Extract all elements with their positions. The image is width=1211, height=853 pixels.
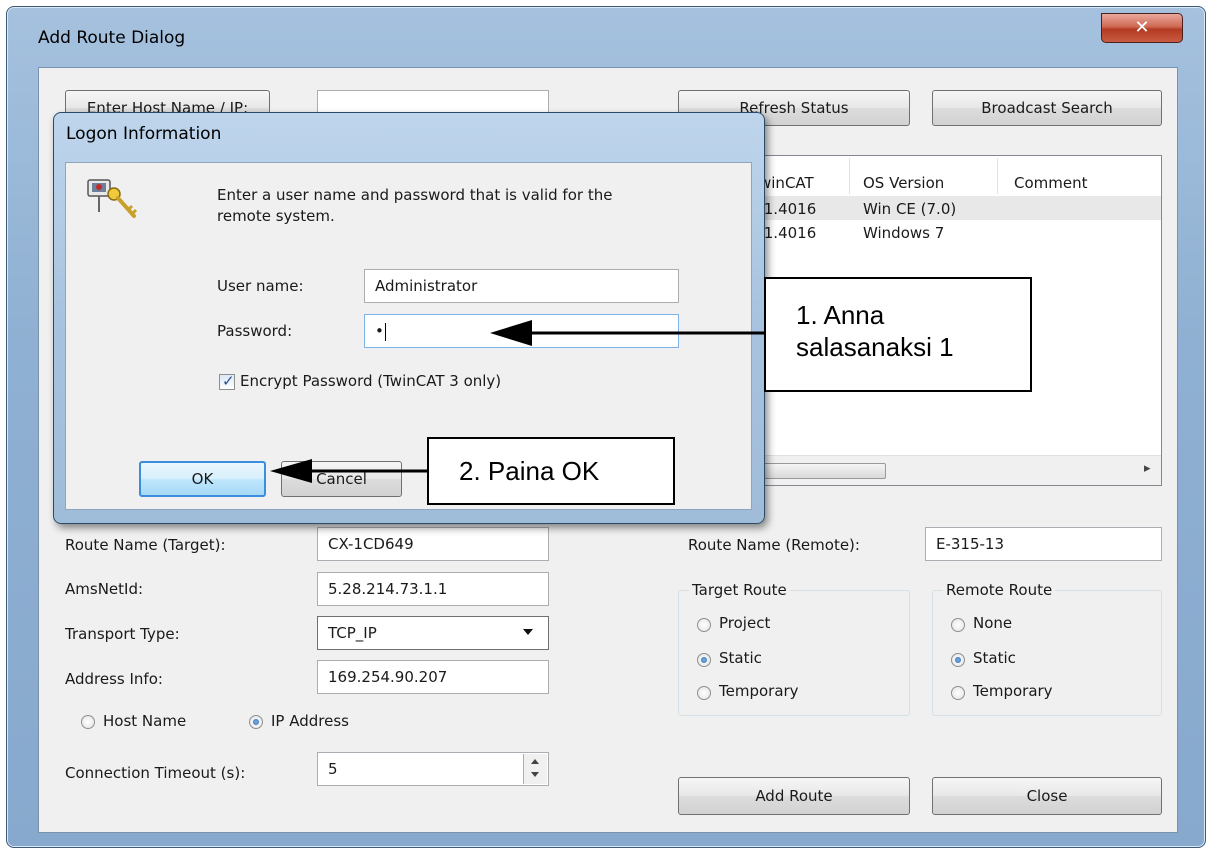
target-route-title: Target Route (689, 581, 790, 599)
broadcast-search-button[interactable]: Broadcast Search (932, 90, 1162, 126)
target-route-project-label[interactable]: Project (719, 614, 770, 632)
ip-address-radio-label[interactable]: IP Address (271, 712, 349, 730)
encrypt-password-label[interactable]: Encrypt Password (TwinCAT 3 only) (240, 372, 501, 390)
cancel-button[interactable]: Cancel (281, 461, 402, 497)
keys-icon (87, 179, 138, 218)
transport-type-label: Transport Type: (65, 625, 180, 643)
scroll-right-icon[interactable]: ▸ (1144, 461, 1151, 476)
username-label: User name: (217, 277, 304, 295)
target-route-project-radio[interactable] (697, 618, 711, 632)
remote-route-none-label[interactable]: None (973, 614, 1012, 632)
target-route-static-radio[interactable] (697, 653, 711, 667)
dialog-title: Add Route Dialog (38, 28, 186, 48)
address-info-input[interactable]: 169.254.90.207 (317, 660, 549, 694)
logon-dialog-title: Logon Information (66, 124, 222, 144)
list-cell-os: Win CE (7.0) (863, 200, 957, 218)
ip-address-radio[interactable] (249, 715, 263, 729)
callout-step-1-line1: 1. Anna (796, 300, 885, 330)
password-label: Password: (217, 322, 293, 340)
remote-route-title: Remote Route (943, 581, 1056, 599)
username-input[interactable]: Administrator (364, 269, 679, 303)
password-input[interactable]: • (364, 314, 679, 348)
remote-route-static-radio[interactable] (951, 653, 965, 667)
transport-type-select[interactable]: TCP_IP (317, 616, 549, 650)
target-route-static-label[interactable]: Static (719, 649, 762, 667)
route-name-remote-input[interactable]: E-315-13 (925, 527, 1162, 561)
connection-timeout-input[interactable]: 5 (317, 752, 549, 786)
column-header-comment[interactable]: Comment (1014, 174, 1088, 192)
ok-button[interactable]: OK (139, 461, 266, 497)
route-name-target-label: Route Name (Target): (65, 536, 226, 554)
route-name-target-input[interactable]: CX-1CD649 (317, 527, 549, 561)
remote-route-temporary-label[interactable]: Temporary (973, 682, 1053, 700)
address-info-label: Address Info: (65, 670, 163, 688)
spin-up-icon[interactable] (531, 759, 539, 764)
password-value: • (375, 322, 384, 340)
connection-timeout-label: Connection Timeout (s): (65, 764, 246, 782)
ams-net-id-input[interactable]: 5.28.214.73.1.1 (317, 572, 549, 606)
target-route-temporary-radio[interactable] (697, 686, 711, 700)
checkmark-icon: ✓ (222, 372, 235, 390)
close-button[interactable]: Close (932, 777, 1162, 815)
callout-step-1: 1. Anna salasanaksi 1 (764, 277, 1032, 392)
ams-net-id-label: AmsNetId: (65, 580, 144, 598)
column-header-os-version[interactable]: OS Version (863, 174, 944, 192)
host-name-radio-label[interactable]: Host Name (103, 712, 186, 730)
callout-step-1-line2: salasanaksi 1 (796, 332, 954, 362)
text-cursor (384, 322, 386, 341)
list-cell-os: Windows 7 (863, 224, 945, 242)
encrypt-password-checkbox[interactable]: ✓ (219, 372, 235, 390)
list-cell-twincat: .1.4016 (759, 224, 817, 242)
connection-timeout-value: 5 (328, 760, 338, 778)
remote-route-temporary-radio[interactable] (951, 686, 965, 700)
remote-route-none-radio[interactable] (951, 618, 965, 632)
route-name-remote-label: Route Name (Remote): (688, 536, 860, 554)
transport-type-value: TCP_IP (328, 624, 377, 642)
timeout-spinner[interactable] (523, 754, 547, 784)
column-separator (997, 158, 998, 194)
remote-route-static-label[interactable]: Static (973, 649, 1016, 667)
close-icon: ✕ (1134, 17, 1150, 38)
add-route-button[interactable]: Add Route (678, 777, 910, 815)
chevron-down-icon[interactable] (523, 629, 533, 635)
list-cell-twincat: .1.4016 (759, 200, 817, 218)
close-window-button[interactable]: ✕ (1101, 13, 1183, 43)
target-route-temporary-label[interactable]: Temporary (719, 682, 799, 700)
column-header-twincat[interactable]: winCAT (759, 174, 814, 192)
logon-message-line1: Enter a user name and password that is v… (217, 186, 613, 204)
host-name-radio[interactable] (81, 715, 95, 729)
column-separator (849, 158, 850, 194)
spin-down-icon[interactable] (531, 772, 539, 777)
logon-message-line2: remote system. (217, 207, 335, 225)
callout-step-2: 2. Paina OK (427, 437, 675, 505)
